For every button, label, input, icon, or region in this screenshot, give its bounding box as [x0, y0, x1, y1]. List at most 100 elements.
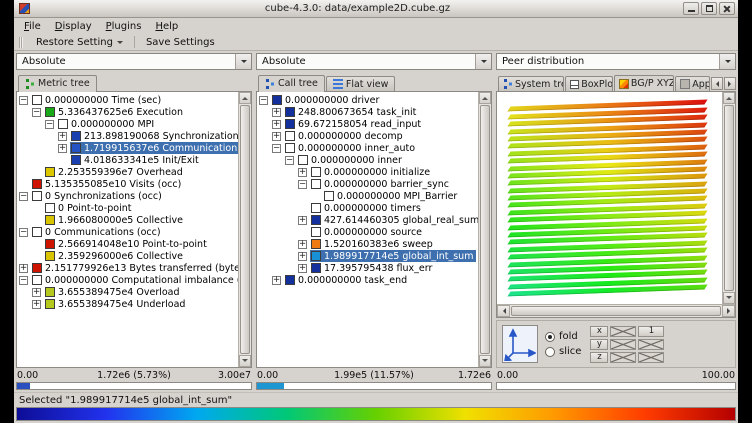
- collapse-icon[interactable]: −: [45, 120, 54, 129]
- collapse-icon[interactable]: −: [19, 96, 28, 105]
- tree-row[interactable]: −5.336437625e6 Execution: [19, 106, 238, 118]
- scroll-right-button[interactable]: [722, 305, 735, 317]
- tree-row[interactable]: −0.000000000 MPI: [19, 118, 238, 130]
- scrollbar-thumb[interactable]: [724, 105, 734, 291]
- save-settings-button[interactable]: Save Settings: [139, 35, 222, 50]
- tree-row[interactable]: −0 Synchronizations (occ): [19, 190, 238, 202]
- toolbar-grip[interactable]: [19, 37, 23, 48]
- tab-flat-view[interactable]: Flat view: [326, 76, 396, 91]
- system-mode-select[interactable]: Peer distribution: [496, 53, 736, 70]
- tree-row[interactable]: −0.000000000 inner: [259, 154, 478, 166]
- expand-icon[interactable]: +: [58, 132, 67, 141]
- scroll-left-button[interactable]: [497, 305, 510, 317]
- scroll-up-button[interactable]: [239, 92, 251, 104]
- expand-icon[interactable]: +: [32, 288, 41, 297]
- axis-disabled-cell[interactable]: [610, 339, 636, 350]
- tab-metric-tree[interactable]: Metric tree: [18, 75, 97, 92]
- metric-mode-select[interactable]: Absolute: [16, 53, 252, 70]
- expand-icon[interactable]: +: [58, 144, 67, 153]
- tree-row[interactable]: 0.000000000 source: [259, 226, 478, 238]
- tree-row[interactable]: 1.966080000e5 Collective: [19, 214, 238, 226]
- tree-row[interactable]: −0.000000000 Time (sec): [19, 94, 238, 106]
- collapse-icon[interactable]: −: [259, 96, 268, 105]
- tree-row[interactable]: 5.135355085e10 Visits (occ): [19, 178, 238, 190]
- tree-row[interactable]: 0.000000000 MPI_Barrier: [259, 190, 478, 202]
- tree-row[interactable]: +3.655389475e4 Overload: [19, 286, 238, 298]
- collapse-icon[interactable]: −: [272, 144, 281, 153]
- tree-row[interactable]: +0.000000000 task_end: [259, 274, 478, 286]
- expand-icon[interactable]: +: [298, 240, 307, 249]
- expand-icon[interactable]: +: [272, 108, 281, 117]
- axis-disabled-cell[interactable]: [610, 352, 636, 363]
- tree-row[interactable]: −0.000000000 barrier_sync: [259, 178, 478, 190]
- scroll-down-button[interactable]: [239, 355, 251, 367]
- tab-system-tree[interactable]: System tree: [498, 76, 564, 91]
- combo-arrow-icon[interactable]: [475, 54, 491, 69]
- expand-icon[interactable]: +: [272, 120, 281, 129]
- topology-horizontal-scrollbar[interactable]: [497, 304, 735, 317]
- collapse-icon[interactable]: −: [19, 276, 28, 285]
- tree-row[interactable]: 0.000000000 timers: [259, 202, 478, 214]
- scroll-up-button[interactable]: [479, 92, 491, 104]
- collapse-icon[interactable]: −: [285, 156, 294, 165]
- scrollbar-thumb[interactable]: [240, 105, 250, 354]
- tree-row[interactable]: −0 Communications (occ): [19, 226, 238, 238]
- tree-row[interactable]: +1.520160383e6 sweep: [259, 238, 478, 250]
- axis-orientation-icon[interactable]: [502, 325, 538, 363]
- scroll-down-button[interactable]: [723, 292, 735, 304]
- tree-row[interactable]: +1.719915637e6 Communication: [19, 142, 238, 154]
- scrollbar-thumb[interactable]: [480, 105, 490, 354]
- collapse-icon[interactable]: −: [32, 108, 41, 117]
- tree-row[interactable]: +69.672158054 read_input: [259, 118, 478, 130]
- tree-row[interactable]: +2.151779926e13 Bytes transferred (bytes…: [19, 262, 238, 274]
- tree-row[interactable]: +1.989917714e5 global_int_sum: [259, 250, 478, 262]
- tree-row[interactable]: 2.566914048e10 Point-to-point: [19, 238, 238, 250]
- axis-disabled-cell[interactable]: [638, 339, 664, 350]
- topology-view[interactable]: [497, 92, 722, 304]
- call-vertical-scrollbar[interactable]: [478, 92, 491, 367]
- metric-vertical-scrollbar[interactable]: [238, 92, 251, 367]
- expand-icon[interactable]: +: [32, 300, 41, 309]
- tree-row[interactable]: −0.000000000 inner_auto: [259, 142, 478, 154]
- menu-display[interactable]: Display: [48, 20, 99, 33]
- topology-vertical-scrollbar[interactable]: [722, 92, 735, 304]
- tree-row[interactable]: +213.898190068 Synchronization: [19, 130, 238, 142]
- scrollbar-thumb[interactable]: [511, 306, 721, 316]
- slice-radio[interactable]: slice: [545, 346, 581, 357]
- fold-radio[interactable]: fold: [545, 331, 581, 342]
- restore-setting-button[interactable]: Restore Setting: [29, 35, 130, 50]
- tree-row[interactable]: 2.359296000e6 Collective: [19, 250, 238, 262]
- combo-arrow-icon[interactable]: [719, 54, 735, 69]
- tab-scroll-left-button[interactable]: [711, 77, 723, 90]
- tree-row[interactable]: +427.614460305 global_real_sum: [259, 214, 478, 226]
- tab-app[interactable]: App: [675, 76, 710, 91]
- collapse-icon[interactable]: −: [298, 180, 307, 189]
- expand-icon[interactable]: +: [19, 264, 28, 273]
- tab-scroll-right-button[interactable]: [724, 77, 736, 90]
- minimize-button[interactable]: [683, 2, 699, 15]
- call-mode-select[interactable]: Absolute: [256, 53, 492, 70]
- axis-x-button[interactable]: x: [590, 326, 608, 337]
- tree-row[interactable]: 0 Point-to-point: [19, 202, 238, 214]
- axis-value-cell[interactable]: 1: [638, 326, 664, 337]
- expand-icon[interactable]: +: [272, 276, 281, 285]
- tree-row[interactable]: 2.253559396e7 Overhead: [19, 166, 238, 178]
- expand-icon[interactable]: +: [298, 252, 307, 261]
- tree-row[interactable]: 4.018633341e5 Init/Exit: [19, 154, 238, 166]
- tab-bg-p-xyzt[interactable]: BG/P XYZT: [614, 75, 674, 91]
- menu-help[interactable]: Help: [148, 20, 185, 33]
- expand-icon[interactable]: +: [272, 132, 281, 141]
- tab-boxplot[interactable]: BoxPlot: [565, 76, 613, 91]
- axis-y-button[interactable]: y: [590, 339, 608, 350]
- menu-file[interactable]: File: [17, 20, 48, 33]
- tree-row[interactable]: +248.800673654 task_init: [259, 106, 478, 118]
- scroll-down-button[interactable]: [479, 355, 491, 367]
- tree-row[interactable]: +0.000000000 initialize: [259, 166, 478, 178]
- collapse-icon[interactable]: −: [19, 192, 28, 201]
- menu-plugins[interactable]: Plugins: [99, 20, 149, 33]
- tab-call-tree[interactable]: Call tree: [258, 75, 325, 92]
- tree-row[interactable]: −0.000000000 Computational imbalance (se…: [19, 274, 238, 286]
- tree-row[interactable]: +17.395795438 flux_err: [259, 262, 478, 274]
- combo-arrow-icon[interactable]: [235, 54, 251, 69]
- expand-icon[interactable]: +: [298, 216, 307, 225]
